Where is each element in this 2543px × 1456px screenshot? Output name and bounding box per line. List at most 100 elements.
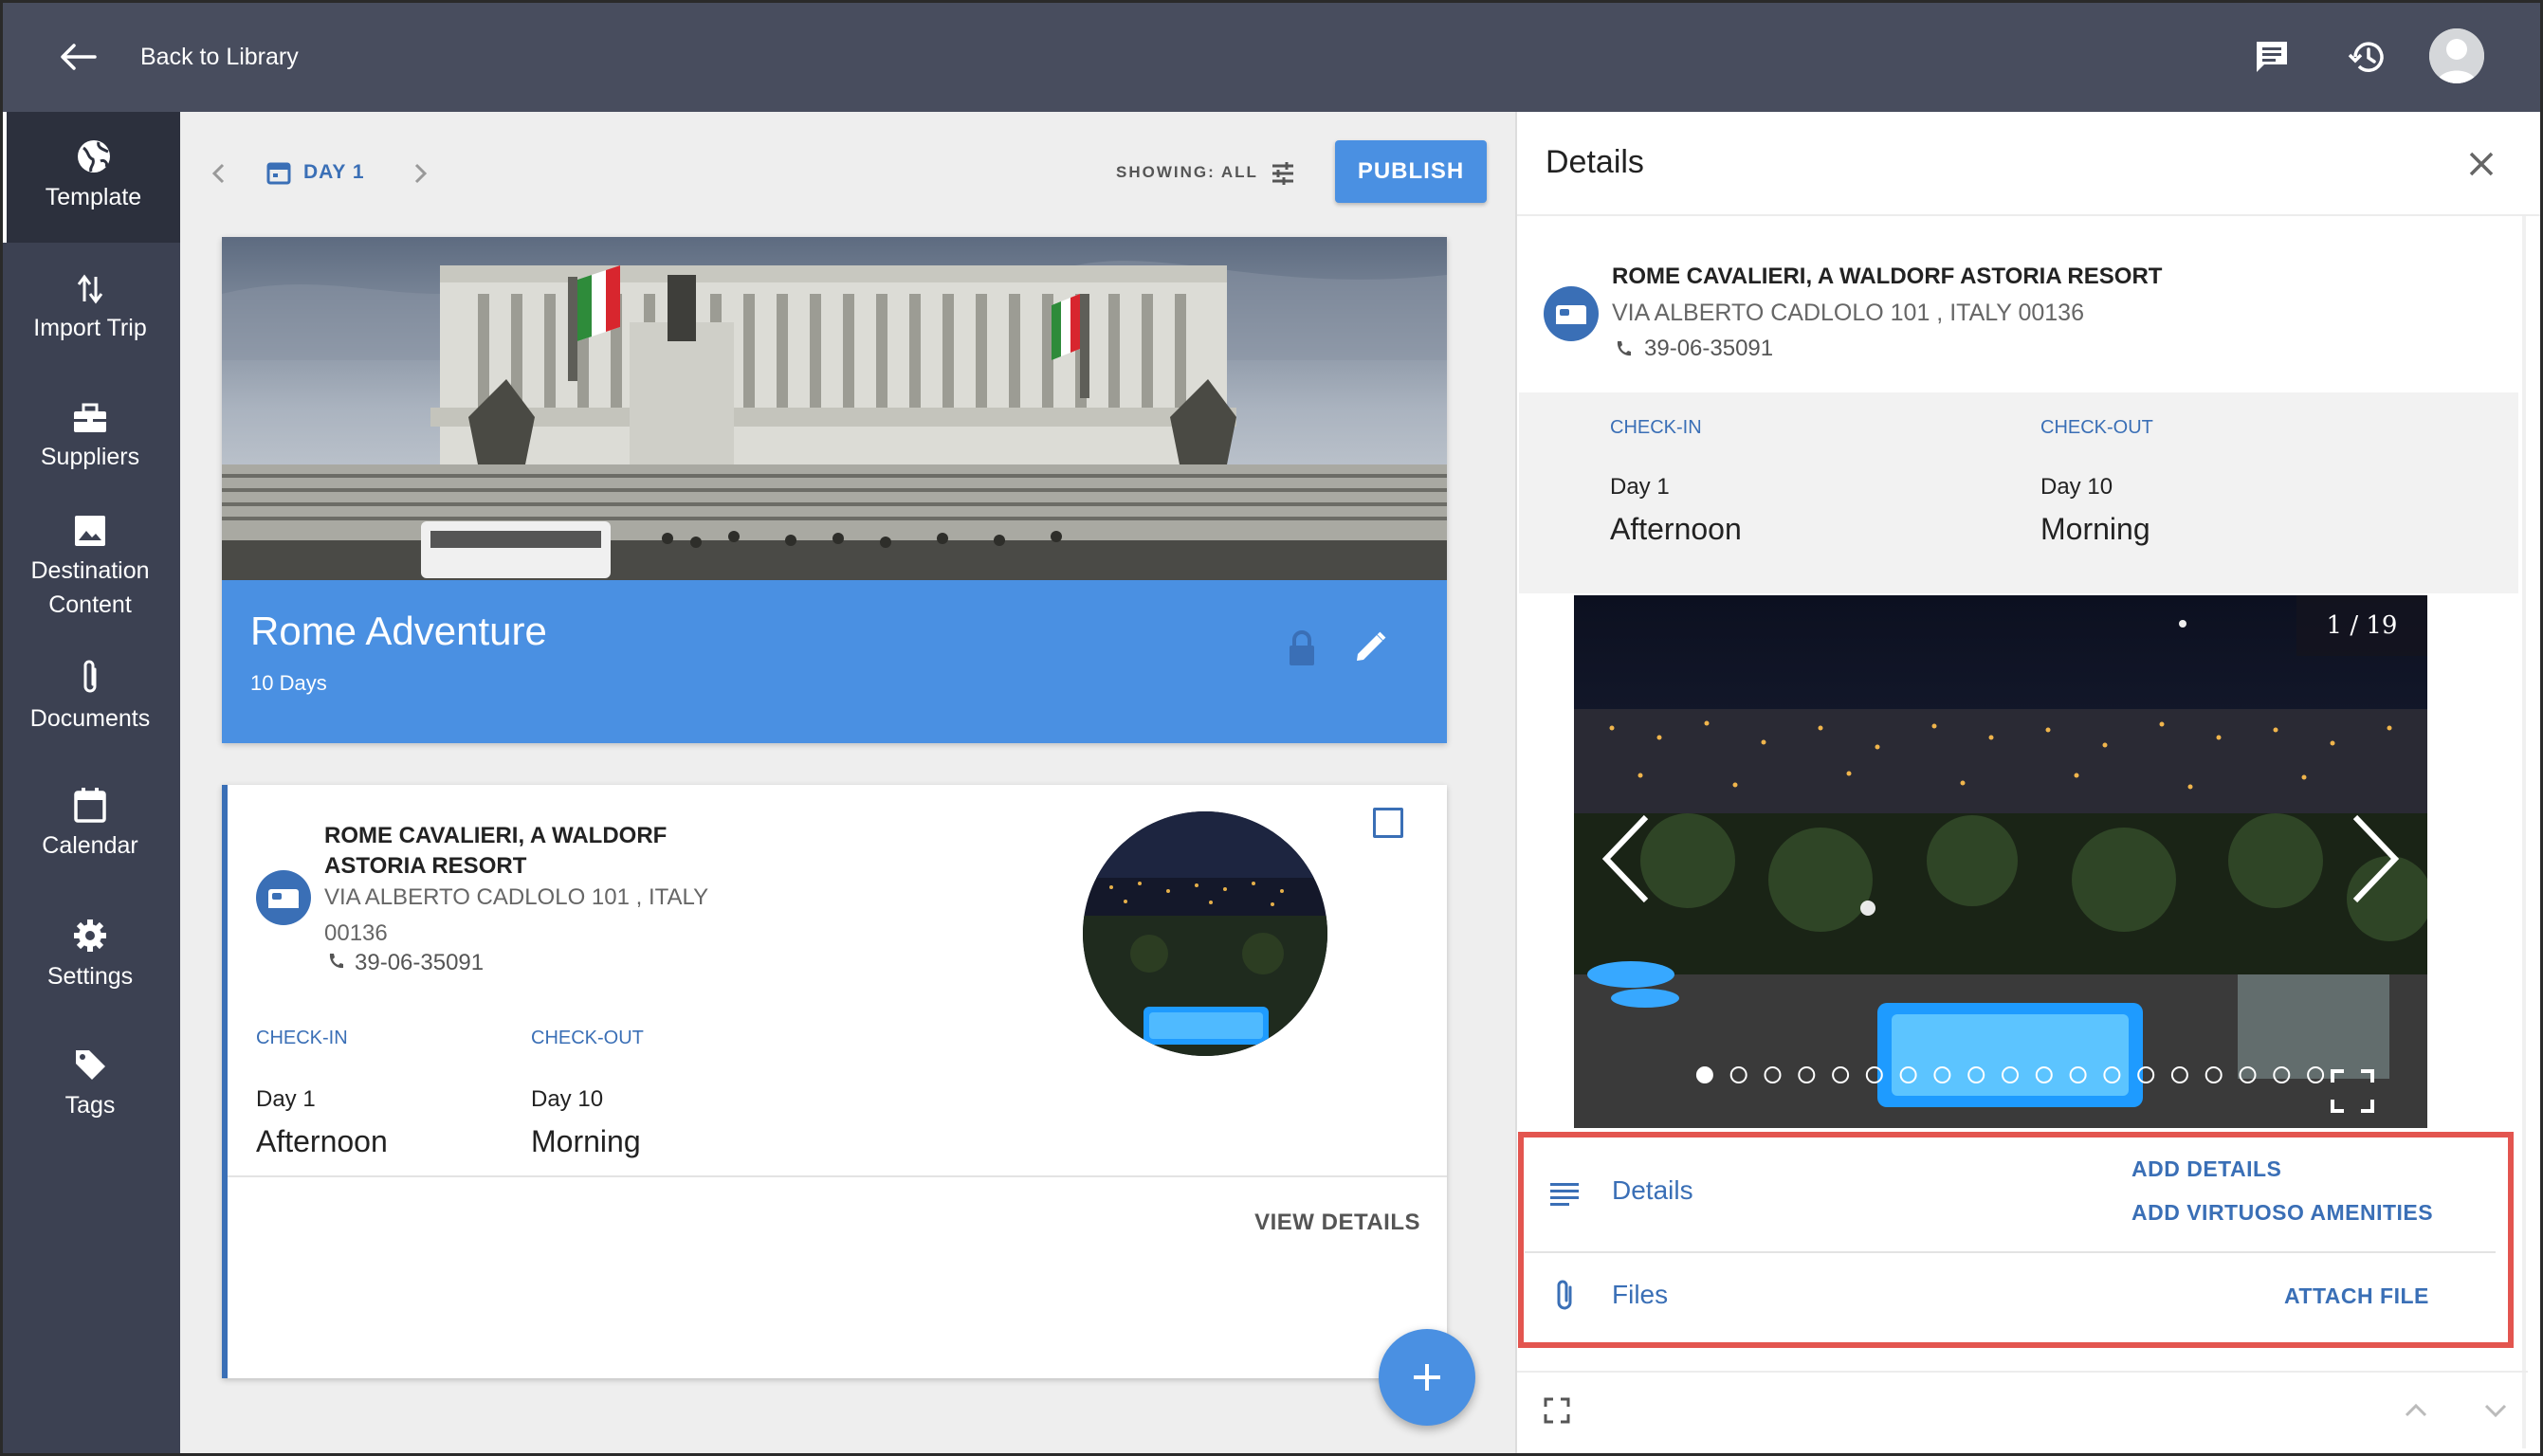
- briefcase-icon: [74, 403, 106, 432]
- gallery-dot[interactable]: [1865, 1066, 1883, 1083]
- globe-icon: [77, 140, 110, 173]
- back-arrow-icon[interactable]: [59, 42, 97, 72]
- details-row-label: Details: [1612, 1175, 1693, 1205]
- sidebar-item-label: Import Trip: [33, 315, 147, 341]
- details-checkout-day: Day 10: [2040, 474, 2113, 500]
- gallery-dot[interactable]: [2239, 1066, 2257, 1083]
- chat-icon[interactable]: [2251, 36, 2293, 78]
- gallery-prev-icon[interactable]: [1599, 811, 1656, 906]
- gallery-dot[interactable]: [2273, 1066, 2291, 1083]
- hotel-bed-icon: [1544, 286, 1599, 341]
- trip-title-banner: Rome Adventure 10 Days: [222, 580, 1447, 743]
- view-details-button[interactable]: VIEW DETAILS: [1254, 1210, 1420, 1236]
- history-icon[interactable]: [2346, 36, 2387, 78]
- panel-scrollbar[interactable]: [2522, 216, 2526, 1448]
- gallery-dot[interactable]: [2137, 1066, 2155, 1083]
- card-divider: [228, 1175, 1447, 1177]
- checkout-label: CHECK-OUT: [531, 1028, 644, 1048]
- hotel-bed-icon: [256, 870, 311, 925]
- gallery-dot[interactable]: [2069, 1066, 2087, 1083]
- chevron-up-icon[interactable]: [2401, 1395, 2431, 1426]
- paperclip-icon: [1557, 1280, 1572, 1310]
- gallery-dot[interactable]: [2307, 1066, 2325, 1083]
- trip-title: Rome Adventure: [250, 609, 547, 653]
- trip-header-card[interactable]: Rome Adventure 10 Days: [222, 237, 1447, 743]
- sidebar-item-calendar[interactable]: Calendar: [0, 787, 180, 863]
- details-checkin-day: Day 1: [1610, 474, 1670, 500]
- sidebar-item-label: Destination: [30, 557, 150, 584]
- filter-sliders-icon[interactable]: [1269, 159, 1297, 188]
- sidebar-item-label: Documents: [29, 705, 151, 732]
- gallery-dot[interactable]: [2205, 1066, 2223, 1083]
- gallery-counter: 1 / 19: [2296, 595, 2427, 656]
- attach-file-link[interactable]: ATTACH FILE: [2284, 1283, 2429, 1309]
- gallery-dot[interactable]: [1832, 1066, 1850, 1083]
- gallery-dot[interactable]: [1933, 1066, 1951, 1083]
- phone-icon: [1617, 341, 1631, 356]
- sidebar-item-documents[interactable]: Documents: [0, 658, 180, 736]
- publish-button[interactable]: PUBLISH: [1335, 140, 1487, 203]
- hotel-thumbnail[interactable]: [1083, 811, 1327, 1056]
- details-checkout-time: Morning: [2040, 512, 2150, 546]
- phone-icon: [329, 954, 343, 969]
- details-hotel-phone: 39-06-35091: [1644, 336, 1774, 361]
- sidebar: Template Import Trip Suppliers Destinati…: [0, 112, 180, 1456]
- sidebar-item-template[interactable]: Template: [0, 112, 180, 243]
- prev-day-icon[interactable]: [205, 159, 233, 188]
- add-virtuoso-amenities-link[interactable]: ADD VIRTUOSO AMENITIES: [2131, 1200, 2433, 1226]
- close-icon[interactable]: [2465, 148, 2497, 180]
- itinerary-main: DAY 1 SHOWING: ALL PUBLISH Rome Adventur…: [180, 112, 1515, 1456]
- gallery-dot[interactable]: [2002, 1066, 2019, 1083]
- user-avatar[interactable]: [2429, 28, 2484, 83]
- notes-lines-icon: [1550, 1183, 1579, 1206]
- import-arrows-icon: [77, 274, 103, 304]
- expand-icon[interactable]: [1542, 1395, 1572, 1426]
- sidebar-item-settings[interactable]: Settings: [0, 918, 180, 993]
- checkin-time: Afternoon: [256, 1124, 388, 1158]
- details-checkin-label: CHECK-IN: [1610, 417, 1702, 438]
- sidebar-item-destination-content[interactable]: Destination Content: [0, 514, 180, 622]
- panel-footer-divider: [1517, 1371, 2528, 1373]
- hotel-name: ROME CAVALIERI, A WALDORF ASTORIA RESORT: [324, 823, 668, 879]
- sidebar-item-label: Suppliers: [40, 444, 140, 470]
- gear-icon: [74, 919, 106, 952]
- sidebar-item-label: Calendar: [42, 832, 138, 859]
- plus-icon: [1414, 1364, 1440, 1391]
- trip-duration: 10 Days: [250, 671, 327, 695]
- hotel-segment-card[interactable]: ROME CAVALIERI, A WALDORF ASTORIA RESORT…: [222, 785, 1447, 1378]
- sidebar-item-suppliers[interactable]: Suppliers: [0, 402, 180, 474]
- checkin-day: Day 1: [256, 1086, 316, 1112]
- sidebar-item-tags[interactable]: Tags: [0, 1046, 180, 1122]
- image-icon: [75, 516, 105, 546]
- segment-select-checkbox[interactable]: [1373, 808, 1403, 838]
- gallery-dot[interactable]: [1764, 1066, 1782, 1083]
- calendar-small-icon[interactable]: [265, 159, 292, 186]
- lock-icon[interactable]: [1286, 629, 1318, 667]
- paperclip-icon: [83, 660, 97, 693]
- gallery-dot[interactable]: [1695, 1066, 1713, 1083]
- photo-gallery[interactable]: 1 / 19: [1574, 595, 2427, 1128]
- sidebar-item-label: Template: [45, 184, 142, 210]
- showing-filter-label[interactable]: SHOWING: ALL: [1116, 163, 1258, 182]
- details-panel-title: Details: [1546, 144, 1644, 180]
- add-details-link[interactable]: ADD DETAILS: [2131, 1156, 2281, 1182]
- gallery-fullscreen-icon[interactable]: [2327, 1065, 2378, 1117]
- files-row-label: Files: [1612, 1280, 1669, 1309]
- panel-header-divider: [1517, 214, 2543, 216]
- day-selector[interactable]: DAY 1: [303, 161, 365, 184]
- back-to-library-link[interactable]: Back to Library: [140, 42, 299, 72]
- chevron-down-icon[interactable]: [2480, 1395, 2511, 1426]
- sidebar-item-import-trip[interactable]: Import Trip: [0, 273, 180, 345]
- gallery-dot[interactable]: [1967, 1066, 1985, 1083]
- gallery-dot[interactable]: [1798, 1066, 1816, 1083]
- gallery-dot[interactable]: [2170, 1066, 2188, 1083]
- gallery-next-icon[interactable]: [2346, 811, 2403, 906]
- gallery-pagination-dots[interactable]: [1688, 1062, 2333, 1088]
- gallery-dot[interactable]: [2103, 1066, 2121, 1083]
- next-day-icon[interactable]: [406, 159, 434, 188]
- add-segment-button[interactable]: [1379, 1329, 1475, 1426]
- gallery-dot[interactable]: [1729, 1066, 1747, 1083]
- edit-pencil-icon[interactable]: [1352, 629, 1388, 665]
- gallery-dot[interactable]: [2035, 1066, 2053, 1083]
- gallery-dot[interactable]: [1899, 1066, 1917, 1083]
